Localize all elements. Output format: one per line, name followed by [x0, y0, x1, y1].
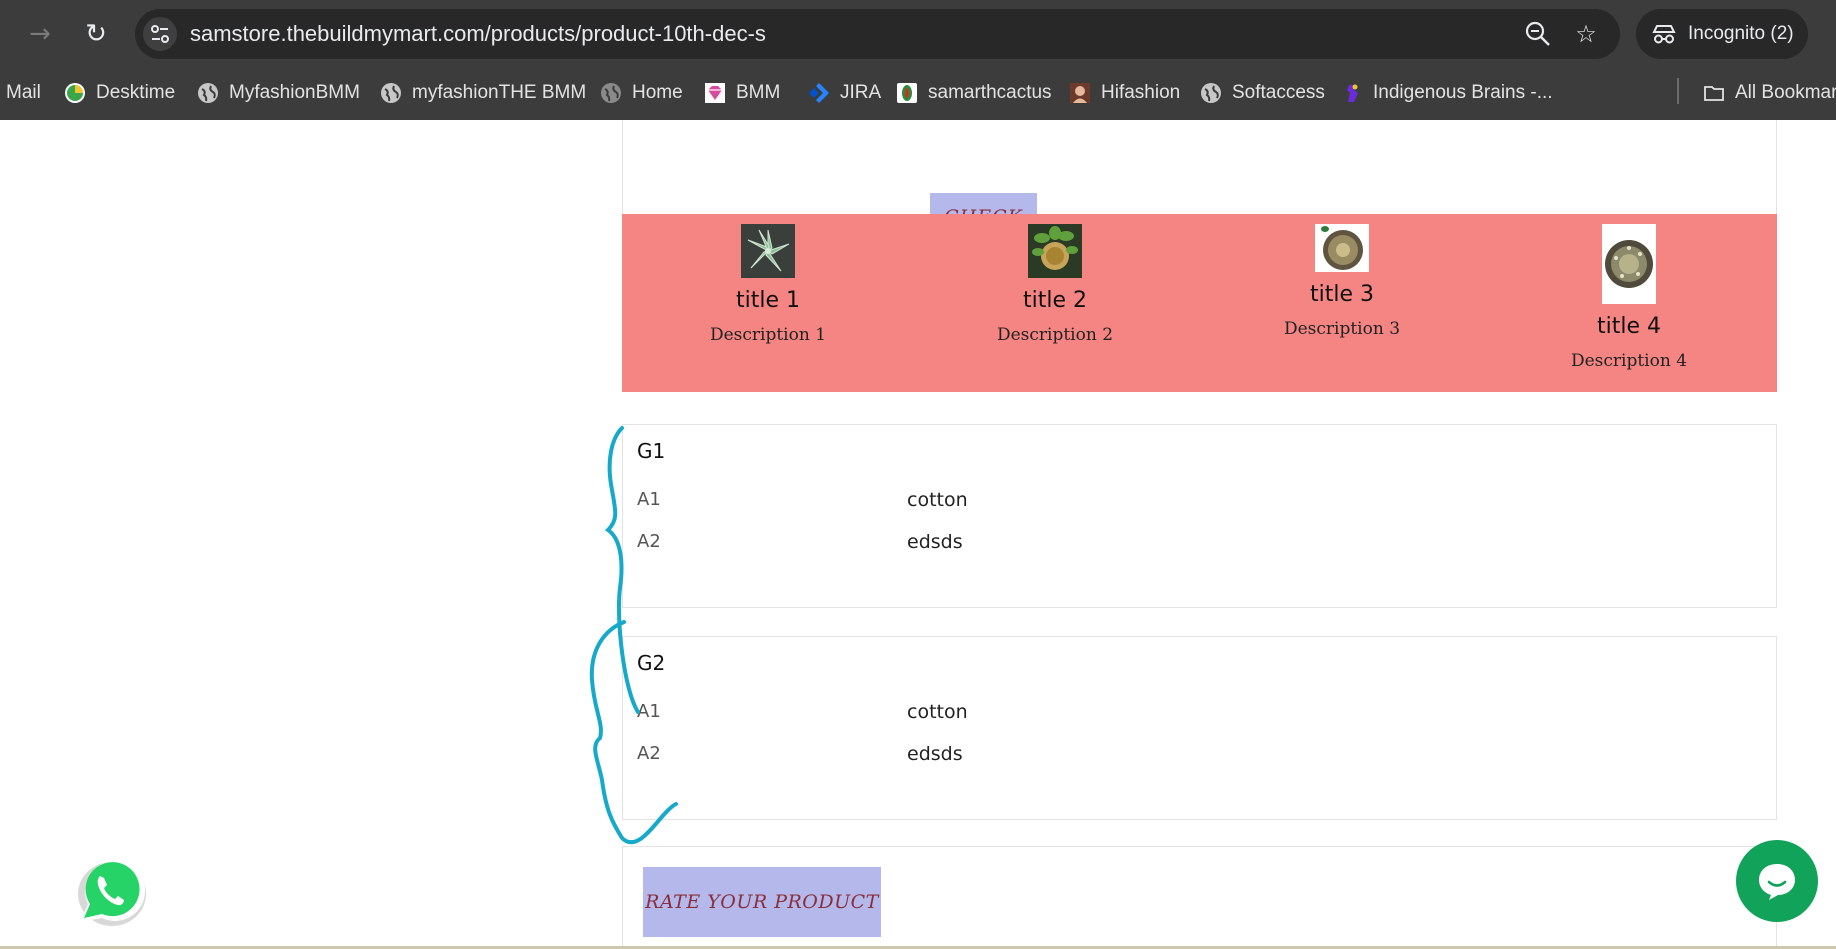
bookmark-hifashion[interactable]: Hifashion [1069, 76, 1180, 110]
incognito-indicator[interactable]: Incognito (2) [1636, 9, 1808, 59]
bookmark-myfashionthebmm[interactable]: myfashionTHE BMM [380, 76, 586, 110]
bookmark-label: Hifashion [1101, 82, 1181, 103]
jira-icon [809, 83, 829, 103]
feature-title: title 3 [1309, 282, 1374, 307]
bookmark-desktime[interactable]: Desktime [64, 76, 175, 110]
attribute-value: edsds [907, 531, 963, 553]
bookmarks-bar: Mail Desktime MyfashionBMM myfashionTHE … [0, 68, 1836, 120]
attribute-value: cotton [907, 701, 968, 723]
whatsapp-icon[interactable] [72, 852, 148, 928]
attribute-key: A1 [637, 489, 661, 510]
bookmark-label: All Bookmarks [1735, 82, 1836, 103]
attribute-value: edsds [907, 743, 963, 765]
bookmark-indigenous-brains[interactable]: Indigenous Brains -... [1341, 76, 1553, 110]
bookmark-label: samarthcactus [928, 82, 1052, 103]
browser-toolbar: → ↻ samstore.thebuildmymart.com/products… [0, 0, 1836, 68]
folder-icon [1704, 86, 1724, 101]
bookmark-label: myfashionTHE BMM [412, 82, 587, 103]
feature-item: title 2 Description 2 [955, 224, 1155, 345]
browser-chrome: → ↻ samstore.thebuildmymart.com/products… [0, 0, 1836, 120]
feature-image [1315, 224, 1369, 272]
bookmark-myfashionbmm[interactable]: MyfashionBMM [197, 76, 360, 110]
bmm-logo-icon [705, 83, 725, 103]
bookmark-jira[interactable]: JIRA [808, 76, 881, 110]
group-name: G1 [637, 439, 666, 463]
bookmark-label: BMM [736, 82, 781, 103]
rate-product-card: RATE YOUR PRODUCT [622, 846, 1777, 949]
bookmark-label: MyfashionBMM [229, 82, 360, 103]
feature-description: Description 2 [996, 325, 1114, 345]
reload-icon[interactable]: ↻ [76, 14, 116, 54]
feature-description: Description 4 [1570, 351, 1688, 371]
globe-icon [198, 83, 218, 103]
url-text[interactable]: samstore.thebuildmymart.com/products/pro… [190, 21, 766, 47]
attribute-key: A2 [637, 531, 661, 552]
feature-description: Description 1 [709, 325, 827, 345]
features-band: title 1 Description 1 title 2 Descriptio… [622, 214, 1777, 392]
globe-icon [1201, 83, 1221, 103]
feature-title: title 2 [1022, 288, 1087, 313]
bookmark-home[interactable]: Home [600, 76, 683, 110]
forward-arrow-icon[interactable]: → [20, 14, 60, 54]
bookmark-label: Home [632, 82, 683, 103]
bookmark-label: Softaccess [1232, 82, 1325, 103]
cactus-logo-icon [897, 83, 917, 103]
product-page: CHECK title 1 Description 1 [0, 120, 1836, 949]
feature-image [1602, 224, 1656, 304]
chat-button[interactable] [1736, 840, 1818, 922]
feature-image [741, 224, 795, 278]
bookmarks-separator [1677, 78, 1679, 104]
desktime-icon [65, 83, 85, 103]
feature-image [1028, 224, 1082, 278]
attribute-row: A1 cotton [637, 701, 1237, 731]
feature-title: title 4 [1596, 314, 1661, 339]
attribute-group: G2 A1 cotton A2 edsds [622, 636, 1777, 820]
bookmark-bmm[interactable]: BMM [704, 76, 780, 110]
feature-title: title 1 [735, 288, 800, 313]
attribute-value: cotton [907, 489, 968, 511]
hifashion-icon [1070, 83, 1090, 103]
bookmark-softaccess[interactable]: Softaccess [1200, 76, 1325, 110]
bookmark-label: Indigenous Brains -... [1373, 82, 1553, 103]
feature-description: Description 3 [1283, 319, 1401, 339]
address-bar[interactable]: samstore.thebuildmymart.com/products/pro… [135, 9, 1620, 59]
bookmark-label: Desktime [96, 82, 176, 103]
incognito-label: Incognito (2) [1688, 23, 1794, 44]
feature-item: title 1 Description 1 [668, 224, 868, 345]
bookmark-label: Mail [6, 82, 41, 103]
feature-item: title 4 Description 4 [1529, 224, 1729, 371]
attribute-group: G1 A1 cotton A2 edsds [622, 424, 1777, 608]
attribute-row: A1 cotton [637, 489, 1237, 519]
site-info-icon[interactable] [143, 17, 177, 51]
attribute-key: A2 [637, 743, 661, 764]
attribute-row: A2 edsds [637, 531, 1237, 561]
bookmark-mail[interactable]: Mail [6, 76, 41, 110]
rate-product-button[interactable]: RATE YOUR PRODUCT [643, 867, 881, 937]
indigenous-icon [1347, 84, 1358, 102]
incognito-icon [1652, 25, 1676, 44]
chat-bubble-icon [1759, 864, 1795, 900]
zoom-out-icon[interactable] [1523, 19, 1553, 49]
group-name: G2 [637, 651, 666, 675]
attribute-row: A2 edsds [637, 743, 1237, 773]
bookmark-samarthcactus[interactable]: samarthcactus [896, 76, 1052, 110]
star-icon[interactable]: ☆ [1571, 19, 1601, 49]
bookmark-all-bookmarks[interactable]: All Bookmarks [1703, 76, 1836, 110]
bookmark-label: JIRA [840, 82, 882, 103]
globe-icon [601, 83, 621, 103]
feature-item: title 3 Description 3 [1242, 224, 1442, 339]
attribute-key: A1 [637, 701, 661, 722]
globe-icon [381, 83, 401, 103]
